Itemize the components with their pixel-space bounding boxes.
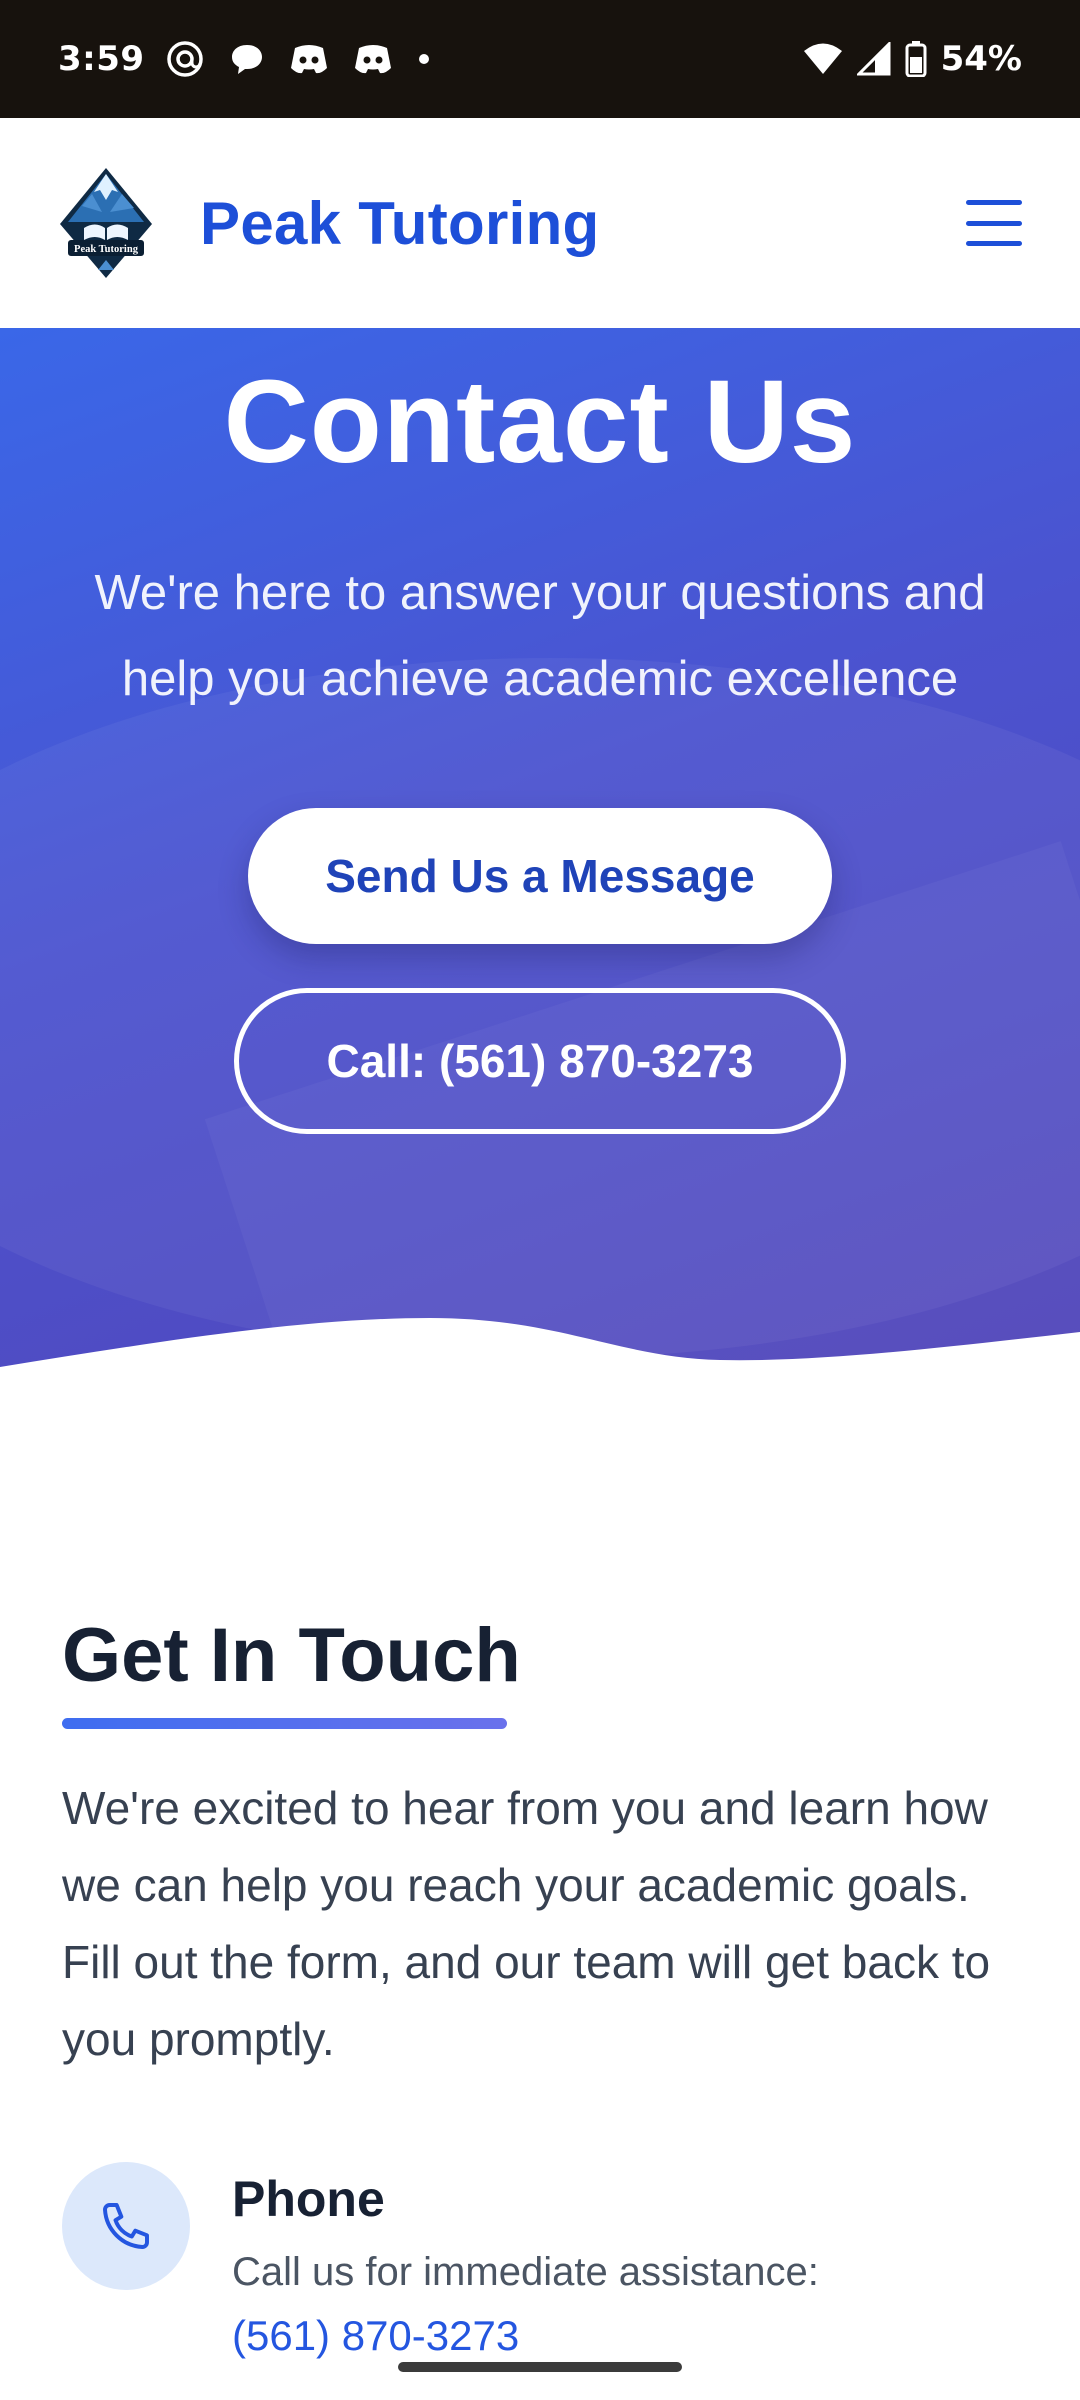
call-button[interactable]: Call: (561) 870-3273: [234, 988, 846, 1134]
menu-bar: [966, 220, 1022, 226]
dot-icon: [418, 54, 429, 64]
get-in-touch-text: We're excited to hear from you and learn…: [62, 1782, 991, 2065]
status-bar: 3:59 54%: [0, 0, 1080, 118]
contact-item-phone: Phone Call us for immediate assistance: …: [62, 2162, 1022, 2362]
contact-title: Phone: [232, 2171, 385, 2227]
signal-icon: [856, 42, 891, 76]
at-sign-icon: [166, 41, 203, 77]
logo-text: Peak Tutoring: [74, 244, 139, 255]
status-notification-icons: [165, 39, 431, 79]
menu-bar: [966, 200, 1022, 205]
phone-icon-circle: [62, 2162, 190, 2290]
phone-number-link[interactable]: (561) 870-3273: [232, 2312, 519, 2360]
hero-title: Contact Us: [221, 352, 859, 504]
get-in-touch-title: Get In Touch: [62, 1613, 521, 1698]
hero-subtitle: We're here to answer your questions and …: [94, 566, 986, 706]
hero-wave-divider: [0, 1318, 1080, 1388]
send-message-button[interactable]: Send Us a Message: [248, 808, 832, 944]
contact-description: Call us for immediate assistance:: [232, 2250, 819, 2294]
chat-bubble-icon: [231, 45, 262, 74]
battery-percent: 54%: [940, 39, 1022, 79]
menu-bar: [966, 241, 1022, 246]
hamburger-menu-icon[interactable]: [966, 200, 1022, 246]
battery-icon: [905, 41, 927, 77]
wifi-icon: [803, 43, 842, 74]
hero-section: Contact Us We're here to answer your que…: [0, 328, 1080, 1388]
home-indicator[interactable]: [398, 2362, 682, 2372]
page: 3:59 54% Peak Tutoring Peak Tutoring Con…: [0, 0, 1080, 2400]
phone-icon: [103, 2203, 149, 2249]
peak-tutoring-logo[interactable]: Peak Tutoring: [58, 166, 154, 280]
site-header: Peak Tutoring Peak Tutoring: [0, 118, 1080, 328]
status-time: 3:59: [58, 39, 145, 79]
hero-title-wrap: Contact Us: [0, 352, 1080, 504]
status-right: 54%: [803, 39, 1022, 79]
brand-name[interactable]: Peak Tutoring: [200, 189, 600, 258]
title-underline: [62, 1718, 507, 1729]
discord-icon: [290, 45, 327, 74]
hero-title-text: Contact Us: [223, 356, 857, 488]
discord-icon: [354, 45, 391, 74]
